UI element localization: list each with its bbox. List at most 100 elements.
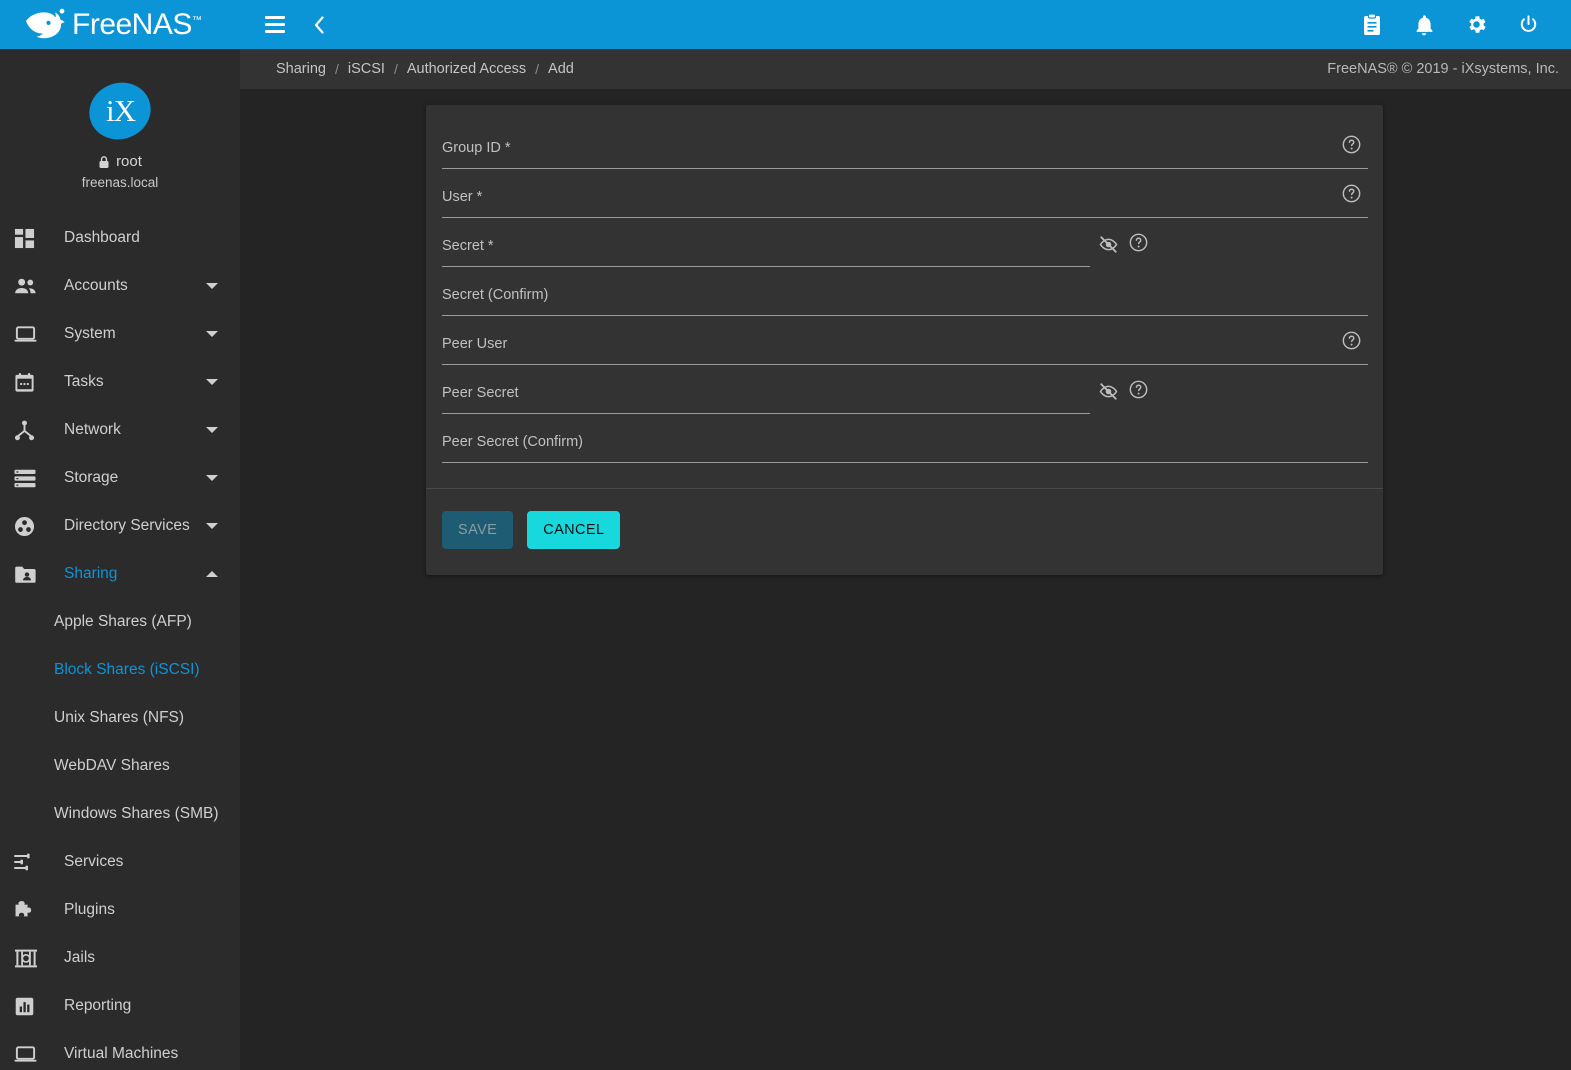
chevron-down-icon[interactable] [206, 475, 218, 481]
field-peer-user[interactable]: Peer User [442, 323, 1367, 372]
jails-icon [14, 946, 44, 970]
breadcrumb-separator: / [535, 61, 539, 77]
sidebar-nav: Dashboard Accounts System Tasks [0, 214, 240, 1070]
sidebar-item-accounts[interactable]: Accounts [0, 262, 240, 310]
network-icon [14, 418, 44, 442]
field-group-id[interactable]: Group ID * [442, 127, 1367, 176]
field-label: Peer User [442, 336, 507, 352]
sidebar-subitem-label: Windows Shares (SMB) [54, 805, 219, 823]
sidebar-item-system[interactable]: System [0, 310, 240, 358]
top-app-bar: FreeNAS™ [0, 0, 1571, 49]
field-label: User * [442, 189, 482, 205]
gear-settings-icon[interactable] [1461, 10, 1491, 40]
field-label: Secret (Confirm) [442, 287, 548, 303]
sidebar-item-label: Network [64, 421, 121, 439]
sidebar-item-apple-shares-afp[interactable]: Apple Shares (AFP) [0, 598, 240, 646]
chevron-down-icon[interactable] [206, 283, 218, 289]
sidebar-item-jails[interactable]: Jails [0, 934, 240, 982]
field-underline [442, 315, 1368, 316]
sidebar-item-label: Dashboard [64, 229, 140, 247]
reporting-chart-icon [14, 994, 44, 1018]
power-icon[interactable] [1513, 10, 1543, 40]
sidebar-brand-block: iX root freenas.local [0, 49, 240, 190]
sidebar-username: root [116, 153, 142, 170]
breadcrumb-bar: Sharing / iSCSI / Authorized Access / Ad… [240, 49, 1571, 89]
chevron-down-icon[interactable] [206, 379, 218, 385]
chevron-down-icon[interactable] [206, 331, 218, 337]
virtual-machines-icon [14, 1042, 44, 1066]
copyright-text: FreeNAS® © 2019 - iXsystems, Inc. [1327, 61, 1571, 77]
breadcrumb-item-authorized-access[interactable]: Authorized Access [407, 61, 526, 77]
sidebar-item-windows-shares-smb[interactable]: Windows Shares (SMB) [0, 790, 240, 838]
tasks-calendar-icon [14, 370, 44, 394]
sidebar-item-plugins[interactable]: Plugins [0, 886, 240, 934]
sidebar-user: root [98, 153, 142, 170]
field-underline [442, 413, 1090, 414]
field-label: Peer Secret [442, 385, 519, 401]
field-underline [442, 217, 1368, 218]
sidebar-item-reporting[interactable]: Reporting [0, 982, 240, 1030]
sidebar-item-directory-services[interactable]: Directory Services [0, 502, 240, 550]
sidebar-subitem-label: Apple Shares (AFP) [54, 613, 192, 631]
sidebar-item-label: Tasks [64, 373, 104, 391]
system-laptop-icon [14, 322, 44, 346]
chevron-left-icon[interactable] [304, 10, 334, 40]
sidebar-item-label: Plugins [64, 901, 115, 919]
field-secret[interactable]: Secret * [442, 225, 1367, 274]
sidebar-item-tasks[interactable]: Tasks [0, 358, 240, 406]
sidebar-item-label: Reporting [64, 997, 131, 1015]
field-secret-confirm[interactable]: Secret (Confirm) [442, 274, 1367, 323]
sidebar-item-services[interactable]: Services [0, 838, 240, 886]
sidebar-item-webdav-shares[interactable]: WebDAV Shares [0, 742, 240, 790]
help-circle-icon[interactable] [1129, 233, 1148, 257]
eye-off-icon[interactable] [1098, 381, 1119, 407]
save-button[interactable]: SAVE [442, 511, 513, 549]
hamburger-menu-icon[interactable] [260, 10, 290, 40]
sidebar-item-label: Accounts [64, 277, 128, 295]
field-peer-secret[interactable]: Peer Secret [442, 372, 1367, 421]
sharing-folder-icon [14, 562, 44, 586]
sidebar-item-block-shares-iscsi[interactable]: Block Shares (iSCSI) [0, 646, 240, 694]
bell-notifications-icon[interactable] [1409, 10, 1439, 40]
field-peer-secret-confirm[interactable]: Peer Secret (Confirm) [442, 421, 1367, 470]
sidebar-item-virtual-machines[interactable]: Virtual Machines [0, 1030, 240, 1070]
authorized-access-form-card: Group ID * User * Secret * [426, 105, 1383, 575]
chevron-down-icon[interactable] [206, 523, 218, 529]
cancel-button[interactable]: CANCEL [527, 511, 620, 549]
sidebar-item-label: Jails [64, 949, 95, 967]
freenas-fish-logo-icon [22, 8, 66, 42]
help-circle-icon[interactable] [1342, 135, 1361, 159]
help-circle-icon[interactable] [1342, 331, 1361, 355]
field-underline [442, 364, 1368, 365]
field-label: Group ID * [442, 140, 511, 156]
chevron-up-icon[interactable] [206, 571, 218, 577]
sidebar-hostname: freenas.local [82, 175, 159, 190]
eye-off-icon[interactable] [1098, 234, 1119, 260]
directory-services-icon [14, 514, 44, 538]
field-underline [442, 266, 1090, 267]
lock-icon [98, 155, 110, 169]
sidebar-item-network[interactable]: Network [0, 406, 240, 454]
help-circle-icon[interactable] [1129, 380, 1148, 404]
sidebar-item-sharing[interactable]: Sharing [0, 550, 240, 598]
plugins-puzzle-icon [14, 898, 44, 922]
sidebar-item-unix-shares-nfs[interactable]: Unix Shares (NFS) [0, 694, 240, 742]
logo-wordmark: FreeNAS™ [72, 10, 201, 40]
sidebar-item-storage[interactable]: Storage [0, 454, 240, 502]
field-user[interactable]: User * [442, 176, 1367, 225]
breadcrumb-item-sharing[interactable]: Sharing [276, 61, 326, 77]
sidebar-item-dashboard[interactable]: Dashboard [0, 214, 240, 262]
freenas-logo[interactable]: FreeNAS™ [0, 0, 240, 49]
breadcrumb-item-add: Add [548, 61, 574, 77]
chevron-down-icon[interactable] [206, 427, 218, 433]
clipboard-tasks-icon[interactable] [1357, 10, 1387, 40]
sidebar-item-label: Services [64, 853, 123, 871]
storage-list-icon [14, 466, 44, 490]
breadcrumb: Sharing / iSCSI / Authorized Access / Ad… [240, 61, 574, 77]
help-circle-icon[interactable] [1342, 184, 1361, 208]
services-sliders-icon [14, 850, 44, 874]
sidebar-item-label: Sharing [64, 565, 117, 583]
field-label: Secret * [442, 238, 494, 254]
breadcrumb-item-iscsi[interactable]: iSCSI [348, 61, 385, 77]
ix-badge-text: iX [106, 93, 135, 129]
